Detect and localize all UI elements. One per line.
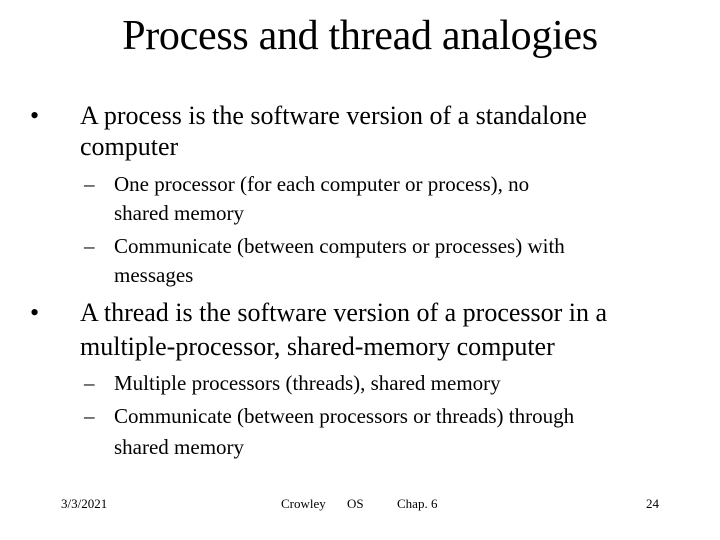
- sub-bullet-text-line: Communicate (between computers or proces…: [114, 234, 565, 258]
- footer-author: Crowley: [281, 496, 326, 511]
- bullet-marker: •: [30, 101, 40, 130]
- bullet-marker: •: [30, 298, 40, 327]
- sub-bullet-text-line: Multiple processors (threads), shared me…: [114, 371, 501, 395]
- footer-date: 3/3/2021: [61, 496, 108, 511]
- sub-bullet-text-line: messages: [114, 263, 194, 287]
- sub-bullet-marker: –: [84, 371, 95, 395]
- footer-chapter: Chap. 6: [397, 496, 438, 511]
- bullet-text-line: A process is the software version of a s…: [80, 101, 587, 130]
- sub-bullet-marker: –: [84, 234, 95, 258]
- sub-bullet-text-line: One processor (for each computer or proc…: [114, 172, 530, 196]
- bullet-text-line: multiple-processor, shared-memory comput…: [80, 332, 555, 361]
- sub-bullet-text-line: shared memory: [114, 201, 245, 225]
- sub-bullet-marker: –: [84, 172, 95, 196]
- sub-bullet-text-line: shared memory: [114, 435, 245, 459]
- sub-bullet-marker: –: [84, 404, 95, 428]
- sub-bullet-text-line: Communicate (between processors or threa…: [114, 404, 575, 428]
- footer-page-number: 24: [646, 496, 659, 511]
- footer-course: OS: [347, 496, 364, 511]
- slide-title: Process and thread analogies: [122, 13, 598, 59]
- bullet-text-line: A thread is the software version of a pr…: [80, 298, 608, 327]
- bullet-text-line: computer: [80, 132, 179, 161]
